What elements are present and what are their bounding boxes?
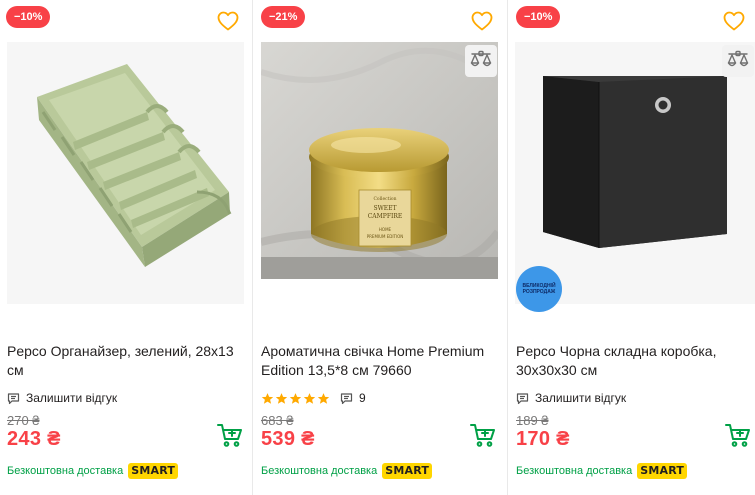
candle-label-line: PREMIUM EDITION — [367, 234, 404, 239]
star-icon — [275, 392, 288, 404]
smart-logo: SMART — [382, 463, 433, 479]
product-title[interactable]: Pepco Чорна складна коробка, 30x30x30 см — [516, 342, 752, 380]
product-card[interactable]: −10% Pepco Чорна складна коробка, 30x30x… — [508, 0, 755, 495]
product-card[interactable]: −10% Pepco Органайзер, зелений, 28x13 см… — [0, 0, 252, 495]
easter-sale-badge: ВЕЛИКОДНІЙ РОЗПРОДАЖ — [516, 266, 562, 312]
product-title[interactable]: Ароматична свічка Home Premium Edition 1… — [261, 342, 497, 380]
rating-stars — [261, 392, 330, 405]
star-icon — [289, 392, 302, 404]
comment-icon — [7, 392, 20, 405]
star-icon — [261, 392, 274, 404]
product-title[interactable]: Pepco Органайзер, зелений, 28x13 см — [7, 342, 243, 380]
candle-label-line: Collection — [373, 196, 396, 202]
discount-badge: −10% — [516, 6, 561, 28]
leave-review-link[interactable]: Залишити відгук — [7, 390, 117, 406]
star-icon — [317, 392, 330, 404]
free-delivery-info: Безкоштовна доставка SMART — [516, 462, 688, 480]
leave-review-label: Залишити відгук — [26, 391, 118, 405]
favorite-heart-icon[interactable] — [470, 9, 494, 33]
compare-scales-icon[interactable] — [465, 45, 497, 77]
candle-label-line: HOME — [379, 227, 392, 232]
current-price: 539 ₴ — [261, 428, 315, 450]
smart-logo: SMART — [637, 463, 688, 479]
free-delivery-info: Безкоштовна доставка SMART — [261, 462, 433, 480]
review-count: 9 — [359, 391, 366, 405]
comment-icon — [340, 392, 353, 405]
add-to-cart-icon[interactable] — [216, 422, 244, 450]
compare-scales-icon[interactable] — [722, 45, 754, 77]
candle-label-line: SWEET — [373, 205, 396, 212]
old-price: 189 ₴ — [516, 413, 549, 428]
product-grid: −10% Pepco Органайзер, зелений, 28x13 см… — [0, 0, 755, 495]
free-delivery-label: Безкоштовна доставка — [516, 465, 633, 477]
old-price: 270 ₴ — [7, 413, 40, 428]
leave-review-link[interactable]: Залишити відгук — [516, 390, 626, 406]
product-image-candle[interactable]: Collection SWEET CAMPFIRE HOME PREMIUM E… — [261, 42, 498, 279]
comment-icon — [516, 392, 529, 405]
free-delivery-label: Безкоштовна доставка — [261, 465, 378, 477]
rating-row[interactable]: 9 — [261, 390, 366, 406]
old-price: 683 ₴ — [261, 413, 294, 428]
favorite-heart-icon[interactable] — [722, 9, 746, 33]
free-delivery-info: Безкоштовна доставка SMART — [7, 462, 179, 480]
product-image-box[interactable] — [515, 42, 755, 304]
current-price: 243 ₴ — [7, 428, 61, 450]
leave-review-label: Залишити відгук — [535, 391, 627, 405]
smart-logo: SMART — [128, 463, 179, 479]
favorite-heart-icon[interactable] — [216, 9, 240, 33]
current-price: 170 ₴ — [516, 428, 570, 450]
product-image-organizer[interactable] — [7, 42, 244, 304]
discount-badge: −10% — [6, 6, 51, 28]
discount-badge: −21% — [261, 6, 306, 28]
candle-label-line: CAMPFIRE — [368, 213, 403, 220]
star-icon — [303, 392, 316, 404]
free-delivery-label: Безкоштовна доставка — [7, 465, 124, 477]
add-to-cart-icon[interactable] — [724, 422, 752, 450]
add-to-cart-icon[interactable] — [469, 422, 497, 450]
product-card[interactable]: −21% Collection SWEET CAMPFIRE HOME PREM… — [253, 0, 507, 495]
